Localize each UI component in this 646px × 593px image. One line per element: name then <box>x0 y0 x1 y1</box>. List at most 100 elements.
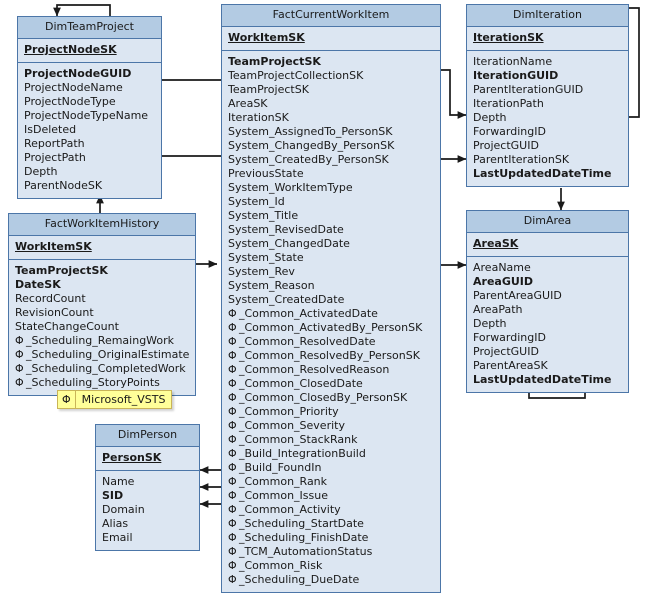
entity-field-label: System_CreatedBy_PersonSK <box>228 153 389 167</box>
entity-field-label: IsDeleted <box>24 123 77 137</box>
entity-factworkitemhistory[interactable]: FactWorkItemHistory WorkItemSK TeamProje… <box>8 213 196 397</box>
vsts-prefix-symbol: Φ <box>228 335 237 349</box>
vsts-prefix-symbol: Φ <box>15 334 24 348</box>
entity-field-label: RevisionCount <box>15 306 94 320</box>
entity-field: AreaGUID <box>473 275 622 289</box>
entity-field: ParentAreaSK <box>473 359 622 373</box>
entity-field-label: _Common_ClosedDate <box>239 377 363 391</box>
entity-field-label: AreaName <box>473 261 531 275</box>
entity-field: AreaSK <box>228 97 434 111</box>
entity-field: IterationPath <box>473 97 622 111</box>
entity-field: Φ _Scheduling_RemaingWork <box>15 334 189 348</box>
entity-field-label: System_Reason <box>228 279 315 293</box>
entity-field: Name <box>102 475 193 489</box>
entity-field: Φ _Common_Rank <box>228 475 434 489</box>
entity-field: ProjectNodeGUID <box>24 67 155 81</box>
entity-field: StateChangeCount <box>15 320 189 334</box>
entity-field-label: System_Title <box>228 209 299 223</box>
entity-field-label: IterationGUID <box>473 69 559 83</box>
entity-field: System_Id <box>228 195 434 209</box>
entity-field: RevisionCount <box>15 306 189 320</box>
entity-field-label: SID <box>102 489 124 503</box>
entity-field-label: System_Rev <box>228 265 295 279</box>
entity-field: Φ _Common_Issue <box>228 489 434 503</box>
entity-field: System_RevisedDate <box>228 223 434 237</box>
entity-key-list: IterationSK <box>467 27 628 52</box>
entity-field: DateSK <box>15 278 189 292</box>
entity-field-label: _Common_ActivatedBy_PersonSK <box>239 321 423 335</box>
entity-field: System_Title <box>228 209 434 223</box>
entity-field-list: ProjectNodeGUID ProjectNodeName ProjectNod… <box>18 63 161 199</box>
entity-key-list: AreaSK <box>467 233 628 258</box>
entity-field-label: _Common_Severity <box>239 419 345 433</box>
entity-field-label: _Build_FoundIn <box>239 461 322 475</box>
entity-field: ParentIterationSK <box>473 153 622 167</box>
entity-field-label: _Common_ResolvedBy_PersonSK <box>239 349 420 363</box>
entity-field-list: AreaName AreaGUID ParentAreaGUID AreaPath De… <box>467 257 628 393</box>
entity-field-label: PreviousState <box>228 167 304 181</box>
entity-field-label: _Common_Issue <box>239 489 328 503</box>
entity-title: DimTeamProject <box>18 17 161 40</box>
entity-field-label: _Build_IntegrationBuild <box>239 447 366 461</box>
entity-field: Depth <box>24 165 155 179</box>
legend-symbol: Φ <box>58 391 76 408</box>
entity-field: System_AssignedTo_PersonSK <box>228 125 434 139</box>
entity-field: AreaPath <box>473 303 622 317</box>
entity-field-list: IterationName IterationGUID ParentIteratio… <box>467 51 628 187</box>
entity-field-label: Domain <box>102 503 145 517</box>
entity-field: Φ _Common_ClosedBy_PersonSK <box>228 391 434 405</box>
entity-field-label: ForwardingID <box>473 331 546 345</box>
entity-title: DimPerson <box>96 425 199 448</box>
entity-field-label: System_Id <box>228 195 285 209</box>
entity-field-label: _Scheduling_DueDate <box>239 573 360 587</box>
entity-field-label: _Scheduling_StartDate <box>239 517 364 531</box>
entity-field: ProjectGUID <box>473 345 622 359</box>
entity-field-label: ReportPath <box>24 137 85 151</box>
entity-field-label: Depth <box>24 165 58 179</box>
entity-field: Φ _Scheduling_CompletedWork <box>15 362 189 376</box>
entity-factcurrentworkitem[interactable]: FactCurrentWorkItem WorkItemSK TeamProje… <box>221 4 441 593</box>
entity-field-label: _Common_StackRank <box>239 433 358 447</box>
entity-field-label: ProjectPath <box>24 151 86 165</box>
entity-field-label: TeamProjectCollectionSK <box>228 69 364 83</box>
entity-field-label: ProjectNodeName <box>24 81 123 95</box>
entity-field-label: _Common_ResolvedReason <box>239 363 390 377</box>
entity-field: AreaName <box>473 261 622 275</box>
entity-field-label: _Scheduling_RemaingWork <box>26 334 175 348</box>
entity-field: ProjectNodeTypeName <box>24 109 155 123</box>
entity-field: SID <box>102 489 193 503</box>
entity-dimarea[interactable]: DimArea AreaSK AreaName AreaGUID ParentAre… <box>466 210 629 394</box>
entity-field-label: System_State <box>228 251 304 265</box>
entity-field-label: LastUpdatedDateTime <box>473 373 612 387</box>
entity-field-label: _Common_Rank <box>239 475 328 489</box>
entity-field-label: Email <box>102 531 133 545</box>
entity-field-label: System_AssignedTo_PersonSK <box>228 125 393 139</box>
entity-field: Φ _Common_Severity <box>228 419 434 433</box>
entity-field: System_ChangedDate <box>228 237 434 251</box>
edge-factcurrentworkitem-dimiteration-1 <box>441 69 467 119</box>
entity-field: Φ _Build_IntegrationBuild <box>228 447 434 461</box>
entity-field-label: _Common_Priority <box>239 405 339 419</box>
vsts-prefix-symbol: Φ <box>228 461 237 475</box>
vsts-prefix-symbol: Φ <box>228 349 237 363</box>
entity-field: AreaSK <box>473 237 519 251</box>
entity-field: PersonSK <box>102 451 162 465</box>
entity-field: Φ _Common_ActivatedBy_PersonSK <box>228 321 434 335</box>
entity-field: ReportPath <box>24 137 155 151</box>
entity-title: DimIteration <box>467 5 628 28</box>
entity-key-list: WorkItemSK <box>222 27 440 52</box>
entity-field: IterationSK <box>473 31 544 45</box>
entity-field: Φ _Common_Risk <box>228 559 434 573</box>
entity-field: Φ _TCM_AutomationStatus <box>228 545 434 559</box>
entity-field: Φ _Scheduling_StartDate <box>228 517 434 531</box>
entity-field-label: ParentAreaSK <box>473 359 548 373</box>
entity-field: Φ _Common_ResolvedDate <box>228 335 434 349</box>
entity-dimperson[interactable]: DimPerson PersonSK Name SID Domain Alias Ema… <box>95 424 200 552</box>
vsts-prefix-symbol: Φ <box>228 321 237 335</box>
entity-title: FactCurrentWorkItem <box>222 5 440 28</box>
entity-field: System_Rev <box>228 265 434 279</box>
entity-field: TeamProjectSK <box>228 83 434 97</box>
entity-dimiteration[interactable]: DimIteration IterationSK IterationName It… <box>466 4 629 188</box>
entity-field: ProjectNodeType <box>24 95 155 109</box>
entity-dimteamproject[interactable]: DimTeamProject ProjectNodeSK ProjectNode… <box>17 16 162 200</box>
